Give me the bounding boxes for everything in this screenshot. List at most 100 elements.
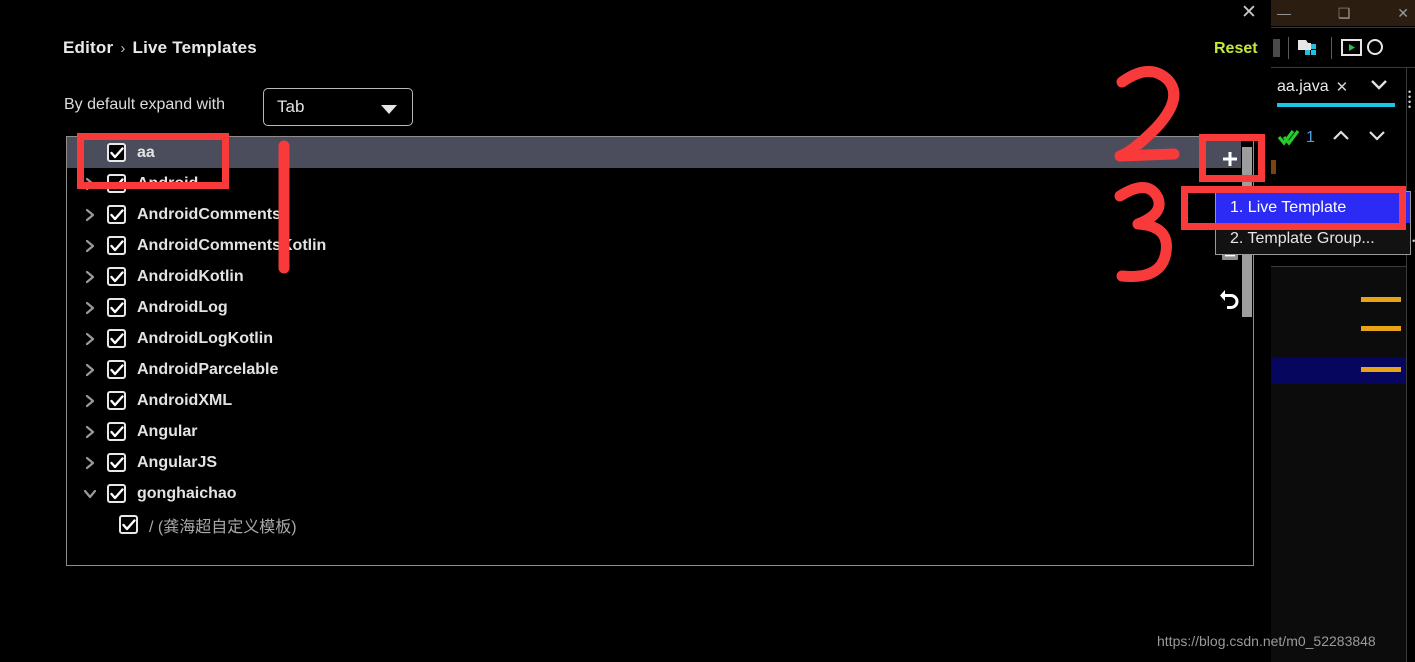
tree-row-label: AngularJS [137,453,218,471]
code-highlight-mark [1361,367,1401,372]
chevron-right-icon[interactable] [79,230,101,261]
tree-row-label: / (龚海超自定义模板) [149,518,297,536]
tab-list-chevron-icon[interactable] [1368,78,1390,97]
checkbox[interactable] [107,484,126,503]
tree-row-label: AndroidKotlin [137,267,244,285]
window-close-icon[interactable]: ✕ [1397,0,1409,26]
chevron-right-icon[interactable] [79,416,101,447]
tree-row[interactable]: AngularJS [67,447,1253,478]
revert-button[interactable] [1205,276,1255,322]
checkbox[interactable] [107,453,126,472]
chevron-right-icon[interactable] [79,385,101,416]
tree-row-label: Angular [137,422,198,440]
chevron-right-icon[interactable] [79,292,101,323]
editor-right-rail[interactable]: • • • • [1406,68,1415,662]
chevron-right-icon[interactable] [79,168,101,199]
chevron-right-icon[interactable] [79,447,101,478]
tree-row[interactable]: AndroidKotlin [67,261,1253,292]
chevron-down-icon [381,105,397,114]
next-problem-icon[interactable] [1367,129,1387,147]
minimize-icon[interactable]: — [1277,0,1291,26]
tree-row-label: AndroidCommentsKotlin [137,236,327,254]
tree-row[interactable]: / (龚海超自定义模板) [67,509,1253,540]
reset-link[interactable]: Reset [1214,40,1258,58]
page-title: Live Templates [132,38,257,57]
toolbar-divider [1288,36,1289,59]
run-icon[interactable] [1340,37,1366,59]
ide-titlebar: — ❑ ✕ [1271,0,1415,26]
restore-icon[interactable]: ❑ [1338,0,1351,26]
screenshot-root: ✕ Editor › Live Templates Reset By default… [0,0,1415,662]
tree-row[interactable]: AndroidXML [67,385,1253,416]
chevron-down-icon[interactable] [79,478,101,509]
tree-row[interactable]: gonghaichao [67,478,1253,509]
previous-problem-icon[interactable] [1331,129,1351,147]
checkbox[interactable] [107,360,126,379]
chevron-right-icon[interactable] [79,354,101,385]
settings-dialog: ✕ Editor › Live Templates Reset By default… [0,0,1411,662]
tree-row[interactable]: AndroidLog [67,292,1253,323]
expand-with-label: By default expand with [64,96,225,113]
checkbox[interactable] [107,298,126,317]
add-popup-menu: 1. Live Template 2. Template Group... [1215,191,1411,255]
checkbox[interactable] [107,329,126,348]
toolbar-nub [1273,38,1280,57]
checkbox[interactable] [107,205,126,224]
tree-row[interactable]: Angular [67,416,1253,447]
tree-row-label: AndroidLogKotlin [137,329,273,347]
chevron-right-icon[interactable] [79,323,101,354]
close-icon[interactable]: ✕ [1232,0,1266,26]
tree-row-label: AndroidParcelable [137,360,279,378]
inspection-count: 1 [1306,129,1315,146]
code-highlight-mark [1361,326,1401,331]
watermark: https://blog.csdn.net/m0_52283848 [1157,633,1376,649]
tree-row[interactable]: Android [67,168,1253,199]
tab-close-icon[interactable]: ✕ [1336,78,1349,96]
tree-row[interactable]: AndroidParcelable [67,354,1253,385]
tree-row-label: AndroidLog [137,298,228,316]
rail-dots-icon: • • • • [1408,87,1412,112]
breadcrumb-parent[interactable]: Editor [63,38,113,57]
chevron-right-icon[interactable] [79,261,101,292]
ide-window: — ❑ ✕ aa.java ✕ 1 • • • • [1271,0,1415,662]
tree-row[interactable]: aa [67,137,1253,168]
checkbox[interactable] [107,236,126,255]
toolbar-divider-2 [1331,36,1332,59]
code-editor-area[interactable] [1271,266,1406,662]
undo-arrow-icon [1220,290,1239,309]
checkbox[interactable] [107,143,126,162]
tree-list: aa Android AndroidComments AndroidCommentsK… [67,137,1253,540]
editor-gutter-marker [1271,160,1276,174]
expand-with-value: Tab [277,97,305,116]
inspection-ok-icon [1277,130,1300,146]
checkbox[interactable] [107,422,126,441]
tree-row-label: aa [137,143,155,161]
add-button[interactable] [1205,136,1255,182]
checkbox[interactable] [119,515,138,534]
tree-row[interactable]: AndroidComments [67,199,1253,230]
expand-with-select[interactable]: Tab [263,88,413,126]
tree-row-label: AndroidXML [137,391,233,409]
menu-item-template-group[interactable]: 2. Template Group... [1216,223,1410,254]
code-highlight-mark [1361,297,1401,302]
tree-row[interactable]: AndroidLogKotlin [67,323,1253,354]
checkbox[interactable] [107,267,126,286]
menu-item-live-template[interactable]: 1. Live Template [1216,192,1410,223]
live-templates-tree[interactable]: aa Android AndroidComments AndroidCommentsK… [66,136,1254,566]
tree-row-label: gonghaichao [137,484,237,502]
search-icon[interactable] [1366,37,1384,59]
chevron-right-icon[interactable] [79,199,101,230]
tree-row-label: Android [137,174,199,192]
editor-tab-label: aa.java [1277,77,1329,95]
project-structure-icon[interactable] [1297,37,1323,59]
checkbox[interactable] [107,391,126,410]
tree-row[interactable]: AndroidCommentsKotlin [67,230,1253,261]
inspection-status: 1 [1277,120,1397,156]
checkbox[interactable] [107,174,126,193]
tree-row-label: AndroidComments [137,205,281,223]
ide-toolbar [1271,27,1415,68]
chevron-right-icon: › [120,40,126,57]
plus-icon [1223,152,1237,166]
breadcrumb: Editor › Live Templates [63,38,257,58]
